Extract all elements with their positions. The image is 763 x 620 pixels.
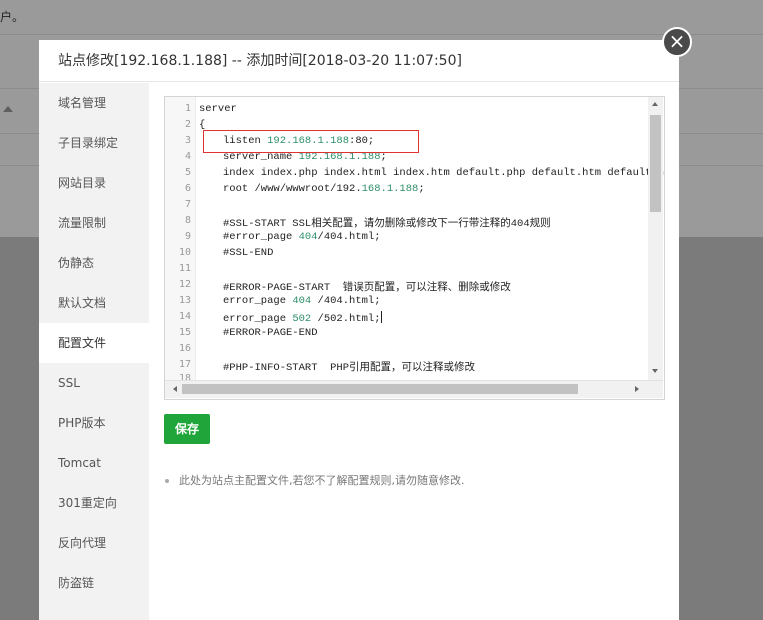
text-cursor (380, 311, 382, 323)
scroll-left-icon[interactable] (173, 386, 177, 392)
dialog-sidebar: 域名管理 子目录绑定 网站目录 流量限制 伪静态 默认文档 配置文件 SSL P… (39, 83, 149, 620)
code-token: root /www/wwwroot/192. (223, 183, 362, 195)
sidebar-item-rewrite[interactable]: 伪静态 (39, 243, 149, 283)
code-line: #PHP-INFO-START PHP引用配置，可以注释或修改 (223, 362, 476, 374)
sidebar-item-traffic-limit[interactable]: 流量限制 (39, 203, 149, 243)
code-line: #SSL-END (223, 247, 274, 259)
code-line: #SSL-START SSL相关配置，请勿删除或修改下一行带注释的404规则 (223, 218, 551, 230)
code-line: error_page 404 /404.html; (223, 295, 381, 307)
code-number: 168.1.188 (361, 183, 419, 195)
background-divider (0, 34, 763, 35)
code-line: server (199, 103, 237, 115)
code-line: #ERROR-PAGE-START 错误页配置，可以注释、删除或修改 (223, 282, 511, 294)
sort-up-icon (3, 106, 13, 112)
tip-text: 此处为站点主配置文件,若您不了解配置规则,请勿随意修改. (179, 474, 465, 487)
sidebar-item-php-version[interactable]: PHP版本 (39, 403, 149, 443)
code-line: #ERROR-PAGE-END (223, 327, 318, 339)
sidebar-item-config-file[interactable]: 配置文件 (39, 323, 149, 363)
config-code-editor[interactable]: 1 2 3 4 5 6 7 8 9 10 11 12 13 14 15 16 1… (164, 96, 665, 400)
line-number: 16 (178, 343, 191, 354)
line-number: 17 (178, 359, 191, 370)
line-number: 13 (178, 295, 191, 306)
sidebar-item-reverse-proxy[interactable]: 反向代理 (39, 523, 149, 563)
code-number: 404 (292, 295, 312, 307)
code-line: #error_page 404/404.html; (223, 231, 381, 243)
vertical-scroll-thumb[interactable] (650, 115, 661, 212)
horizontal-scrollbar[interactable] (165, 380, 663, 398)
line-number-gutter: 1 2 3 4 5 6 7 8 9 10 11 12 13 14 15 16 1… (165, 97, 196, 380)
horizontal-scroll-thumb[interactable] (182, 384, 578, 394)
dialog-title: 站点修改[192.168.1.188] -- 添加时间[2018-03-20 1… (39, 40, 679, 82)
highlight-annotation-box (203, 130, 419, 153)
line-number: 3 (184, 135, 191, 146)
vertical-scrollbar[interactable] (648, 97, 663, 380)
scroll-right-icon[interactable] (635, 386, 639, 392)
background-text: 户。 (0, 10, 25, 24)
code-token: error_page (223, 313, 293, 325)
sidebar-item-ssl[interactable]: SSL (39, 363, 149, 403)
code-number: 404 (298, 231, 318, 243)
line-number: 8 (184, 215, 191, 226)
line-number: 14 (178, 311, 191, 322)
sidebar-item-hotlink[interactable]: 防盗链 (39, 563, 149, 603)
line-number: 7 (184, 199, 191, 210)
site-edit-dialog: 站点修改[192.168.1.188] -- 添加时间[2018-03-20 1… (39, 40, 679, 620)
line-number: 4 (184, 151, 191, 162)
code-line: index index.php index.html index.htm def… (223, 167, 665, 179)
sidebar-item-domain[interactable]: 域名管理 (39, 83, 149, 123)
sidebar-item-subdir[interactable]: 子目录绑定 (39, 123, 149, 163)
line-number: 15 (178, 327, 191, 338)
bullet-icon (165, 479, 169, 483)
code-line: error_page 502 /502.html; (223, 311, 382, 325)
sidebar-item-default-doc[interactable]: 默认文档 (39, 283, 149, 323)
code-line: root /www/wwwroot/192.168.1.188; (223, 183, 425, 195)
scroll-down-icon[interactable] (652, 369, 658, 373)
close-icon[interactable]: × (662, 27, 692, 57)
line-number: 1 (184, 103, 191, 114)
code-token: /404.html; (311, 295, 381, 307)
line-number: 6 (184, 183, 191, 194)
line-number: 5 (184, 167, 191, 178)
scroll-up-icon[interactable] (652, 102, 658, 106)
code-token: /502.html; (311, 313, 381, 325)
line-number: 9 (184, 231, 191, 242)
save-button[interactable]: 保存 (164, 414, 210, 444)
line-number: 18 (178, 373, 191, 380)
code-token: ; (418, 183, 425, 195)
code-token: /404.html; (317, 231, 381, 243)
line-number: 2 (184, 119, 191, 130)
line-number: 10 (178, 247, 191, 258)
code-token: error_page (223, 295, 293, 307)
config-tip: 此处为站点主配置文件,若您不了解配置规则,请勿随意修改. (165, 472, 465, 488)
code-token: #error_page (223, 231, 299, 243)
code-number: 502 (292, 313, 312, 325)
sidebar-item-redirect[interactable]: 301重定向 (39, 483, 149, 523)
sidebar-item-site-dir[interactable]: 网站目录 (39, 163, 149, 203)
sidebar-item-tomcat[interactable]: Tomcat (39, 443, 149, 483)
line-number: 11 (178, 263, 191, 274)
line-number: 12 (178, 279, 191, 290)
